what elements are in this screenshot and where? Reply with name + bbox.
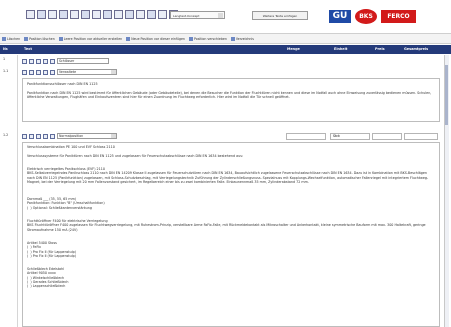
action-empty-position-before[interactable]: Leere Position vor aktueller erstellen [58,36,123,41]
table-icon[interactable] [114,10,123,19]
action-move-position[interactable]: Position verschieben [188,36,227,41]
action-insert-new-position[interactable]: Neue Position vor dieser einfügen [126,36,185,41]
edit-icon[interactable] [22,133,27,139]
redo-icon[interactable] [158,10,167,19]
row-1-2-quantity-input[interactable] [286,133,326,140]
delete-icon[interactable] [36,58,41,64]
action-delete-position[interactable]: Position löschen [24,36,55,41]
image-icon[interactable] [125,10,134,19]
paragraph-1: Panikfunktionsschlösser nach DIN EN 1125 [27,82,98,86]
gu-logo: GU [329,10,351,23]
move-down-icon[interactable] [50,133,55,139]
chevron-down-icon [111,70,116,74]
row-number-1-2: 1.2 [3,133,9,137]
row-1-1-type-value: Verwaltete [59,70,77,74]
row-1-1-type-select[interactable]: Verwaltete [57,69,117,75]
scrollbar-thumb[interactable] [445,65,448,125]
move-up-icon[interactable] [43,69,48,75]
app-window: Langtext-Konzept Weitere Texte einfügen … [0,0,451,327]
paragraph-8: Artikel 5400 Stoss ( ) FeFix ( ) Pro Fix… [27,241,77,258]
row-1-2-type-value: Normalposition [59,134,84,138]
italic-icon[interactable] [37,10,46,19]
delete-icon[interactable] [36,69,41,75]
copy-icon[interactable] [29,58,34,64]
col-price: Preis [375,47,385,51]
action-empty-position-label: Leere Position vor aktueller erstellen [63,36,123,41]
row-1-2-type-select[interactable]: Normalposition [57,133,117,139]
align-right-icon[interactable] [81,10,90,19]
insert-icon [126,36,131,41]
move-down-icon[interactable] [50,58,55,64]
chevron-down-icon [218,13,223,18]
table-header: Nr. Text Menge Einheit Preis Gesamtpreis [0,45,451,54]
paragraph-3: Verschlusskombination PE 100 und EVF Sch… [27,145,115,149]
copy-icon[interactable] [29,69,34,75]
indent-icon[interactable] [103,10,112,19]
row-1-2-total-input [404,133,438,140]
new-empty-icon [58,36,63,41]
row-1-2-unit-input[interactable]: Stck [330,133,370,140]
align-center-icon[interactable] [70,10,79,19]
row-1-editor: Schlösser [22,57,109,65]
row-1-title-input[interactable]: Schlösser [57,58,109,64]
bold-icon[interactable] [26,10,35,19]
insert-texts-button[interactable]: Weitere Texte einfügen [252,11,308,20]
action-insert-new-label: Neue Position vor dieser einfügen [131,36,185,41]
paragraph-5: Elektrisch verriegeltes Panikschloss (EV… [27,167,429,184]
edit-icon[interactable] [22,69,27,75]
move-up-icon[interactable] [43,58,48,64]
action-directory-label: Verzeichnis [235,36,254,41]
col-total: Gesamtpreis [404,47,429,51]
col-quantity: Menge [287,47,300,51]
action-bar: Löschen Position löschen Leere Position … [0,33,451,44]
list-icon[interactable] [92,10,101,19]
action-delete-position-label: Position löschen [29,36,55,41]
col-no: Nr. [3,47,9,51]
row-1-1-editor: Verwaltete [22,68,117,76]
folder-icon [230,36,235,41]
paragraph-9: Schließblech Edelstahl Artikel 9050 xxxx… [27,267,69,289]
action-move-label: Position verschieben [193,36,227,41]
row-number-1: 1 [3,57,6,61]
move-down-icon[interactable] [50,69,55,75]
underline-icon[interactable] [48,10,57,19]
paragraph-7: Fluchttüröffner F400 für elektrische Ver… [27,219,426,232]
delete-icon[interactable] [36,133,41,139]
chevron-down-icon [111,134,116,138]
toolbar-icon-group [26,10,178,19]
ferco-logo: FERCO [381,10,416,23]
paragraph-6: Dornmaß ___ (35, 55, 65 mm) Panikfunktio… [27,197,105,210]
edit-icon[interactable] [22,58,27,64]
paragraph-4: Verschlusssysteme für Paniktüren nach DI… [27,154,244,158]
link-icon[interactable] [136,10,145,19]
delete-icon [2,36,6,41]
action-delete-label: Löschen [7,36,21,41]
align-left-icon[interactable] [59,10,68,19]
row-1-2-editor: Normalposition [22,132,117,140]
move-up-icon[interactable] [43,133,48,139]
top-toolbar: Langtext-Konzept Weitere Texte einfügen … [0,0,451,32]
action-delete[interactable]: Löschen [2,36,21,41]
copy-icon[interactable] [29,133,34,139]
paragraph-2: Panikfunktion nach DIN EN 1125 wird best… [27,91,433,100]
position-list: 1 Schlösser 1.1 Verwaltete Panikfunktion… [0,55,451,327]
col-unit: Einheit [334,47,348,51]
text-concept-select-value: Langtext-Konzept [173,14,200,18]
text-concept-select[interactable]: Langtext-Konzept [170,11,225,19]
undo-icon[interactable] [147,10,156,19]
action-directory[interactable]: Verzeichnis [230,36,254,41]
vertical-scrollbar[interactable] [444,55,449,327]
delete-position-icon [24,36,29,41]
col-text: Text [24,47,32,51]
row-1-2-price-input[interactable] [372,133,402,140]
move-icon [188,36,193,41]
row-number-1-1: 1.1 [3,69,9,73]
bks-logo: BKS [355,9,377,24]
